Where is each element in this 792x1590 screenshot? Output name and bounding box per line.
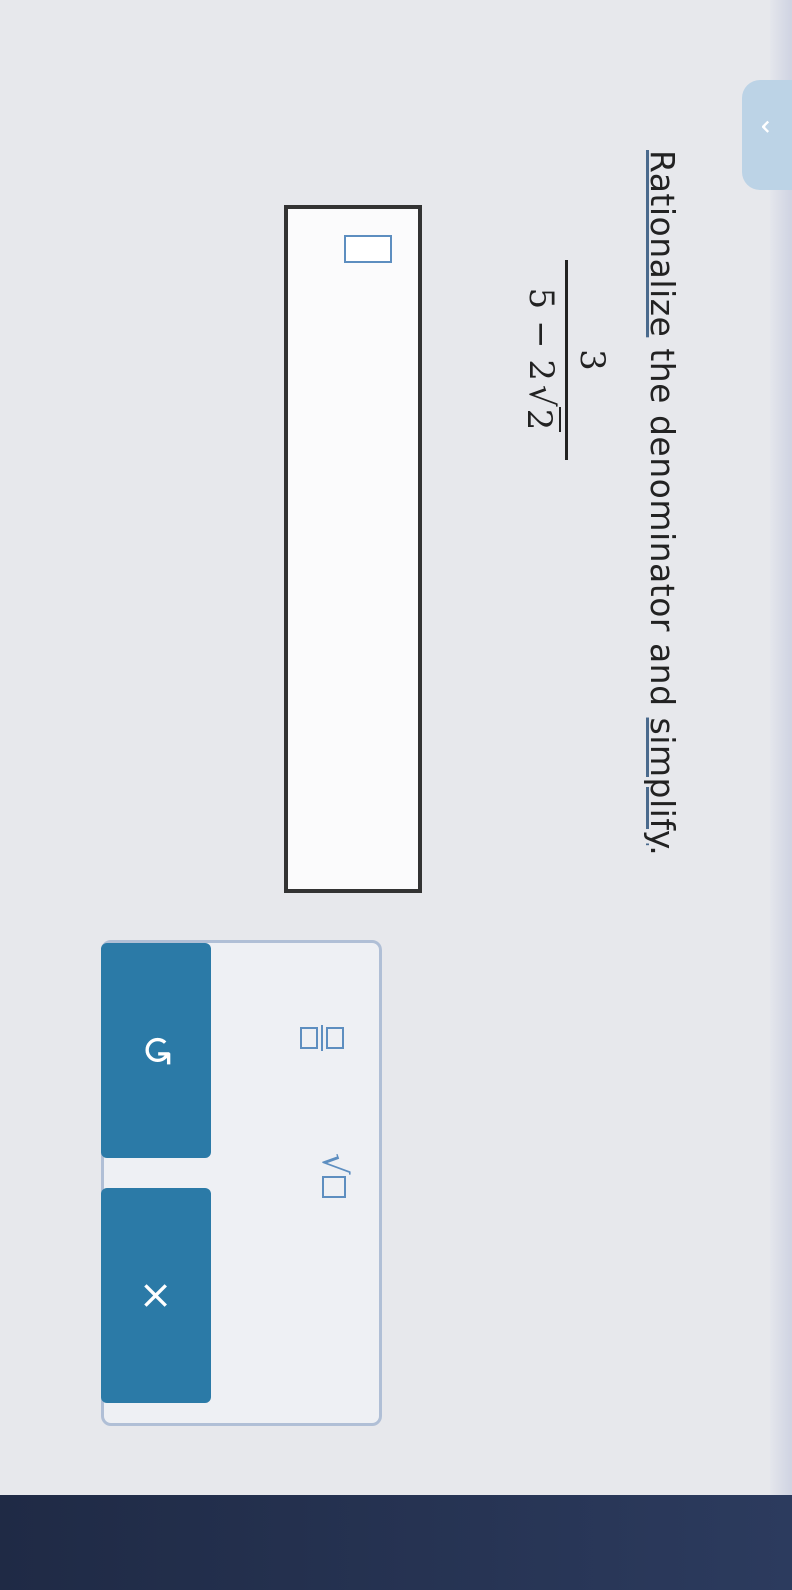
math-expression: 3 5 − 2 √ 2 xyxy=(519,260,612,460)
fraction-template-bar xyxy=(321,1025,323,1051)
prompt-text: the denominator and xyxy=(643,337,682,718)
denominator-prefix: 5 − 2 xyxy=(521,287,561,382)
problem-prompt: Rationalize the denominator and simplify… xyxy=(643,150,682,856)
simplify-link[interactable]: simplify xyxy=(643,718,682,846)
close-icon: × xyxy=(133,1278,179,1313)
undo-button[interactable]: ↺ xyxy=(101,943,211,1158)
undo-icon: ↺ xyxy=(133,1033,179,1068)
denominator: 5 − 2 √ 2 xyxy=(519,288,565,433)
fraction-numerator-slot xyxy=(326,1027,344,1049)
prompt-period: . xyxy=(643,845,682,857)
clear-button[interactable]: × xyxy=(101,1188,211,1403)
page: ⌄ Rationalize the denominator and simpli… xyxy=(0,0,792,1590)
chevron-down-icon: ⌄ xyxy=(755,115,788,139)
top-bar xyxy=(770,0,792,1590)
radicand: 2 xyxy=(519,406,561,433)
radical-sign: √ xyxy=(521,385,561,407)
rationalize-link[interactable]: Rationalize xyxy=(643,150,682,337)
square-root-template-icon[interactable]: √ xyxy=(314,1153,354,1198)
sqrt-symbol: √ xyxy=(314,1153,354,1175)
collapse-tab[interactable]: ⌄ xyxy=(742,80,792,190)
bottom-bar xyxy=(0,1495,792,1590)
answer-input[interactable] xyxy=(284,205,422,893)
fraction-bar xyxy=(565,260,568,460)
fraction-denominator-slot xyxy=(300,1027,318,1049)
numerator: 3 xyxy=(572,349,612,371)
sqrt-slot xyxy=(322,1175,346,1198)
fraction-template-icon[interactable] xyxy=(300,1018,344,1058)
input-cursor-box xyxy=(344,235,392,263)
math-toolbar: √ ↺ × xyxy=(101,940,382,1426)
